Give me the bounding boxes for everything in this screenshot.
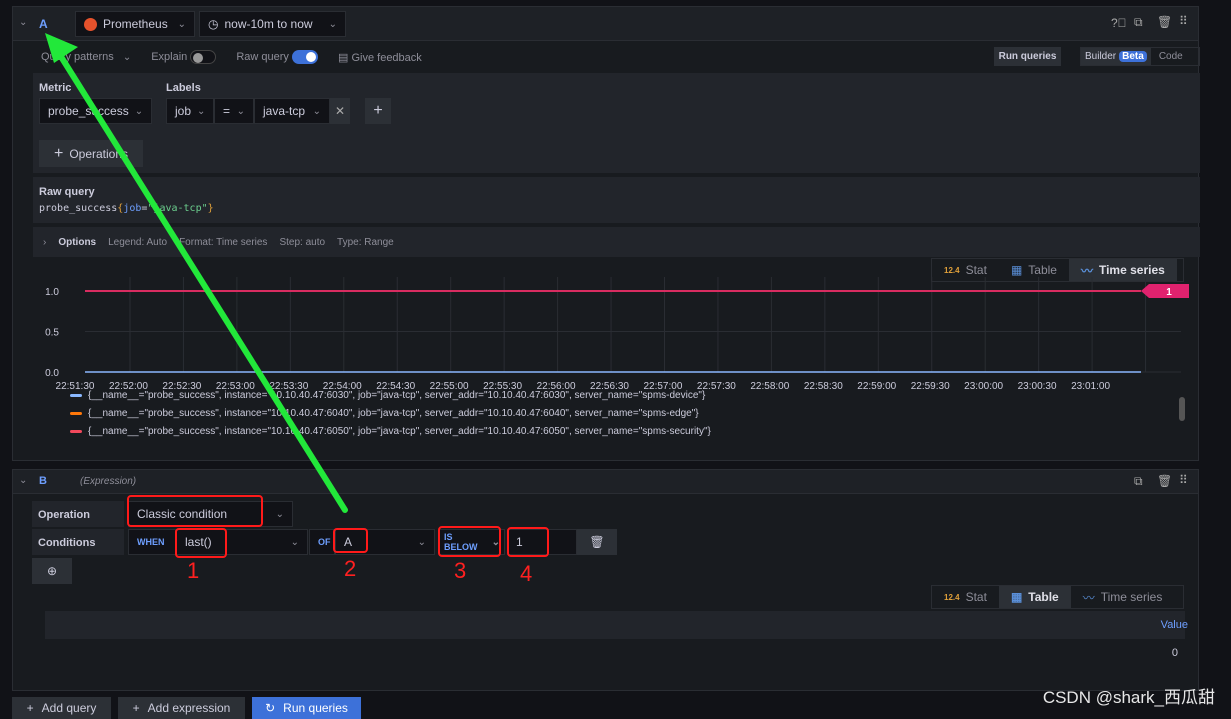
annotation-arrow <box>45 33 348 513</box>
watermark: CSDN @shark_西瓜甜 <box>1042 688 1215 707</box>
